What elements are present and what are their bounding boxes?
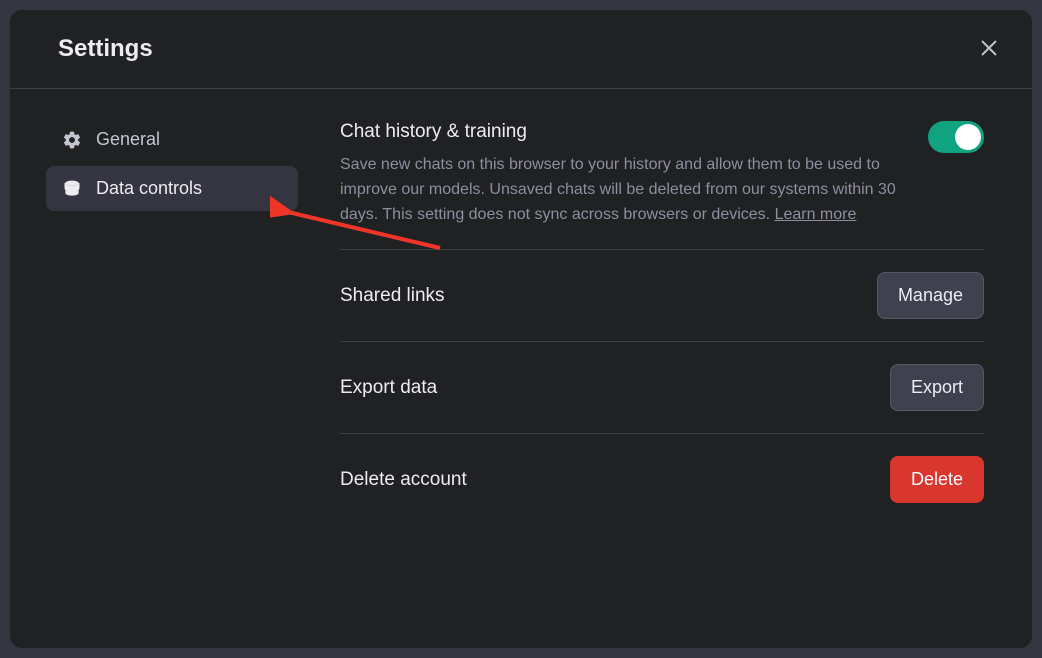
sidebar-item-label: General [96, 129, 160, 150]
delete-account-label: Delete account [340, 469, 870, 491]
close-icon [978, 37, 1000, 62]
chat-history-description: Save new chats on this browser to your h… [340, 153, 908, 227]
learn-more-link[interactable]: Learn more [775, 206, 857, 223]
settings-content: Chat history & training Save new chats o… [310, 117, 1032, 648]
modal-header: Settings [10, 10, 1032, 89]
chat-history-toggle[interactable] [928, 121, 984, 153]
export-data-label: Export data [340, 377, 870, 399]
setting-shared-links: Shared links Manage [340, 250, 984, 342]
setting-chat-history: Chat history & training Save new chats o… [340, 117, 984, 250]
gear-icon [62, 130, 82, 150]
sidebar-item-label: Data controls [96, 178, 202, 199]
chat-history-label: Chat history & training [340, 121, 908, 143]
setting-export-data: Export data Export [340, 342, 984, 434]
export-data-button[interactable]: Export [890, 364, 984, 411]
manage-shared-links-button[interactable]: Manage [877, 272, 984, 319]
sidebar-item-general[interactable]: General [46, 117, 298, 162]
toggle-knob [955, 124, 981, 150]
setting-delete-account: Delete account Delete [340, 434, 984, 525]
delete-account-button[interactable]: Delete [890, 456, 984, 503]
sidebar-item-data-controls[interactable]: Data controls [46, 166, 298, 211]
settings-modal: Settings General [10, 10, 1032, 648]
settings-sidebar: General Data controls [10, 117, 310, 648]
shared-links-label: Shared links [340, 285, 857, 307]
close-button[interactable] [974, 34, 1004, 64]
modal-title: Settings [58, 35, 153, 63]
database-icon [62, 179, 82, 199]
modal-body: General Data controls Chat history & tra [10, 89, 1032, 648]
